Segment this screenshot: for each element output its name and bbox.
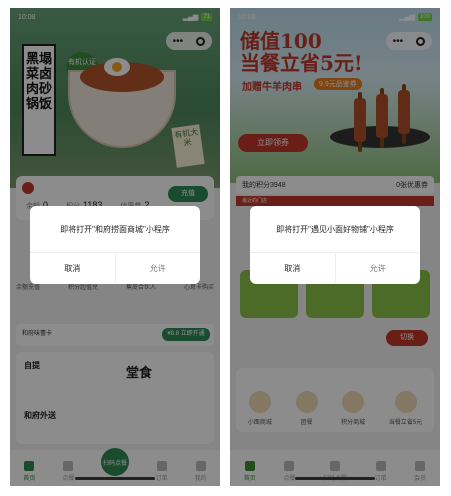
cancel-button[interactable]: 取消 [30, 253, 116, 284]
right-phone: 10:09 ▂▄▆ 100 ••• 储值100 当餐立省5元! 加赠牛羊肉串 9… [230, 8, 440, 486]
open-miniprogram-dialog: 即将打开"遇见小面好物铺"小程序 取消 允许 [250, 206, 420, 284]
left-phone: 10:08 ▂▄▆ 71 ••• 黑塌菜卤肉砂锅饭 有机认证 有机大米 余额0 [10, 8, 220, 486]
dialog-message: 即将打开"和府捞面商城"小程序 [60, 224, 170, 234]
dialog-buttons: 取消 允许 [250, 252, 420, 284]
dialog-buttons: 取消 允许 [30, 252, 200, 284]
cancel-button[interactable]: 取消 [250, 253, 336, 284]
dialog-message: 即将打开"遇见小面好物铺"小程序 [276, 224, 394, 234]
home-indicator[interactable] [295, 477, 375, 480]
allow-button[interactable]: 允许 [116, 253, 201, 284]
screenshot-stage: 10:08 ▂▄▆ 71 ••• 黑塌菜卤肉砂锅饭 有机认证 有机大米 余额0 [0, 0, 451, 496]
open-miniprogram-dialog: 即将打开"和府捞面商城"小程序 取消 允许 [30, 206, 200, 284]
home-indicator[interactable] [75, 477, 155, 480]
allow-button[interactable]: 允许 [336, 253, 421, 284]
